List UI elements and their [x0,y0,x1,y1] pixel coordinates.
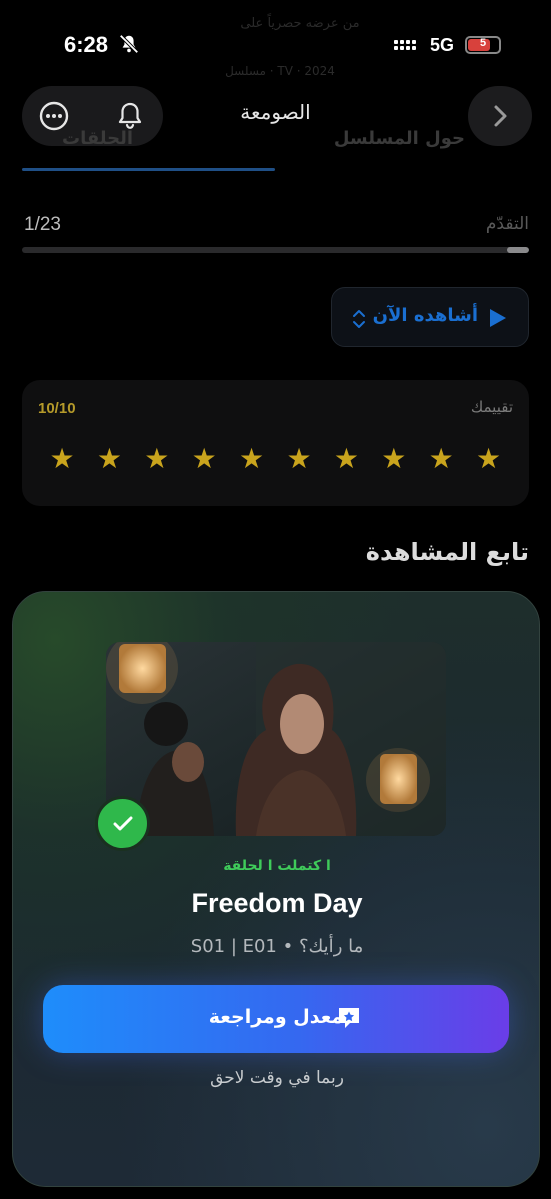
watch-now-label: أشاهده الآن [372,305,478,326]
episode-completed-label: ا كتملت ا لحلقة [223,858,331,874]
network-type: 5G [430,35,455,55]
episode-thumbnail [106,642,446,836]
star-icon[interactable]: ★ [331,444,361,474]
star-icon[interactable]: ★ [94,444,124,474]
maybe-later-link[interactable]: ربما في وقت لاحق [13,1068,539,1088]
watch-now-button[interactable]: أشاهده الآن [331,287,529,347]
cellular-signal-icon [394,40,416,50]
star-icon[interactable]: ★ [237,444,267,474]
star-icon[interactable]: ★ [426,444,456,474]
progress-label: التقدّم [485,214,529,234]
status-bar: ﻣﻦ ﻋﺮﺿﻪ ﺣﺼﺮﻳﺎً ﻋﻠﻰ ﻣﺴﻠﺴﻞ · TV · 2024 6:2… [0,0,551,90]
chevron-up-down-icon [353,310,365,328]
rating-label: تقييمك [470,398,513,416]
episode-meta: S01 | E01 • ما رأيك؟ [190,936,364,957]
bell-slash-icon [119,34,139,54]
obscured-header-text: ﻣﻦ ﻋﺮﺿﻪ ﺣﺼﺮﻳﺎً ﻋﻠﻰ [240,16,360,31]
progress-bar-fill [506,247,529,253]
active-tab-indicator [22,168,275,171]
obscured-header-meta: ﻣﺴﻠﺴﻞ · TV · 2024 [225,64,335,78]
tab-bar: الحلقات حول المسلسل [22,120,529,172]
tab-episodes[interactable]: الحلقات [62,128,133,149]
progress-count: 1/23 [24,214,61,235]
completed-badge [95,796,150,851]
progress-bar [22,247,529,253]
episode-card: ا كتملت ا لحلقة Freedom Day S01 | E01 • … [12,591,540,1187]
review-star-bubble-icon [339,1008,359,1028]
battery-icon: 5 [465,36,501,54]
rate-and-review-label: معدل ومراجعة [208,1006,344,1028]
star-icon[interactable]: ★ [142,444,172,474]
episode-title: Freedom Day [191,888,363,918]
battery-level: 5 [479,37,487,49]
tab-about-series[interactable]: حول المسلسل [334,128,465,149]
checkmark-icon [113,816,133,831]
star-icon[interactable]: ★ [189,444,219,474]
star-icon[interactable]: ★ [474,444,504,474]
play-icon [490,309,506,327]
star-icon[interactable]: ★ [47,444,77,474]
rating-value: 10/10 [38,400,76,417]
rate-and-review-button[interactable]: معدل ومراجعة [43,985,509,1053]
clock: 6:28 [64,32,109,57]
star-icon[interactable]: ★ [284,444,314,474]
rating-card: تقييمك 10/10 ★ ★ ★ ★ ★ ★ ★ ★ ★ ★ [22,380,529,506]
star-icon[interactable]: ★ [379,444,409,474]
continue-watching-heading: تابع المشاهدة [365,538,529,566]
